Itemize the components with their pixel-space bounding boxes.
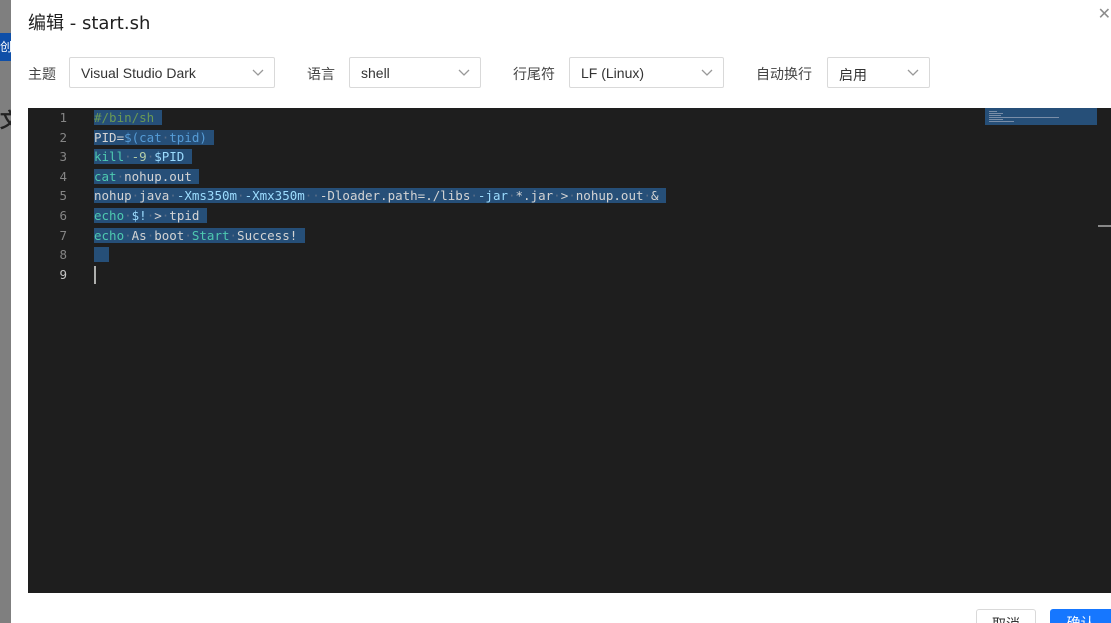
language-label: 语言 (307, 67, 335, 83)
line-number: 1 (59, 110, 67, 125)
code-line: echo·$!·>·tpid (94, 208, 207, 223)
text-cursor (94, 266, 96, 284)
theme-value: Visual Studio Dark (81, 65, 196, 81)
theme-select[interactable]: Visual Studio Dark (69, 57, 275, 88)
theme-label: 主题 (28, 67, 56, 83)
code-editor[interactable]: 1 2 3 4 5 6 7 8 9 #/bin/sh PID=$(cat·tpi… (28, 108, 1111, 593)
line-number: 7 (59, 227, 67, 243)
wrap-select[interactable]: 启用 (827, 57, 930, 88)
language-value: shell (361, 65, 390, 81)
cancel-button[interactable]: 取消 (976, 609, 1036, 623)
scrollbar-marker[interactable] (1098, 225, 1111, 227)
line-number: 5 (59, 188, 67, 204)
code-line: kill·-9·$PID (94, 147, 192, 167)
edit-file-dialog: 编辑 - start.sh ✕ 主题 Visual Studio Dark 语言… (11, 0, 1111, 623)
chevron-down-icon (458, 69, 470, 76)
confirm-button[interactable]: 确认 (1050, 609, 1111, 623)
background-page (0, 0, 11, 623)
language-select[interactable]: shell (349, 57, 481, 88)
line-number: 8 (59, 247, 67, 263)
chevron-down-icon (701, 69, 713, 76)
close-icon[interactable]: ✕ (1097, 6, 1111, 24)
background-button-text: 创 (0, 40, 11, 54)
minimap[interactable] (985, 108, 1097, 125)
line-number: 3 (59, 149, 67, 165)
code-line: PID=$(cat·tpid) (94, 128, 215, 148)
code-line: nohup·java·-Xms350m·-Xmx350m··-Dloader.p… (94, 188, 667, 204)
eol-value: LF (Linux) (581, 65, 645, 81)
background-create-button: 创 (0, 33, 11, 61)
wrap-label: 自动换行 (756, 67, 812, 83)
dialog-title: 编辑 - start.sh (28, 13, 151, 34)
eol-select[interactable]: LF (Linux) (569, 57, 724, 88)
chevron-down-icon (907, 69, 919, 76)
code-line: #/bin/sh (94, 108, 162, 128)
line-number: 2 (59, 129, 67, 145)
line-number-gutter: 1 2 3 4 5 6 7 8 9 (28, 108, 78, 593)
code-line (94, 245, 110, 265)
background-heading: 文 (0, 108, 11, 132)
eol-label: 行尾符 (513, 67, 555, 83)
editor-toolbar: 主题 Visual Studio Dark 语言 shell 行尾符 LF (L… (28, 57, 1108, 90)
code-line: cat·nohup.out (94, 168, 200, 184)
dialog-footer: 取消 确认 (11, 593, 1111, 623)
line-number: 6 (59, 208, 67, 223)
wrap-value: 启用 (839, 67, 867, 83)
code-area[interactable]: #/bin/sh PID=$(cat·tpid) kill·-9·$PID ca… (94, 108, 1111, 593)
chevron-down-icon (252, 69, 264, 76)
line-number: 4 (59, 168, 67, 184)
line-number-active: 9 (59, 266, 67, 282)
code-line: echo·As·boot·Start·Success! (94, 227, 305, 243)
